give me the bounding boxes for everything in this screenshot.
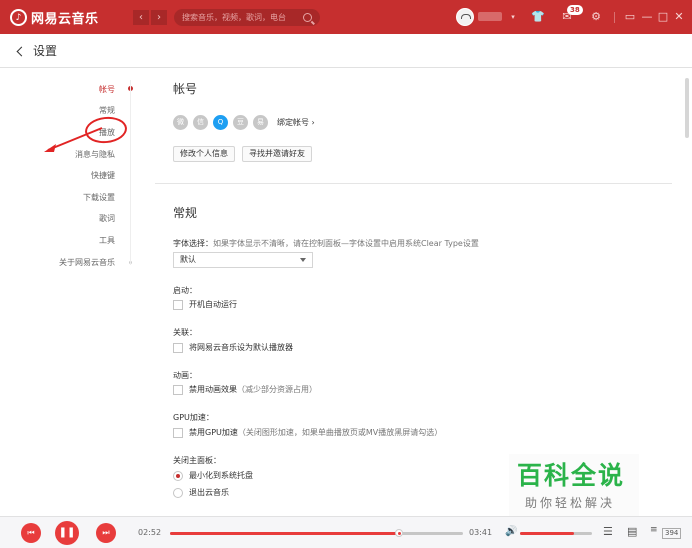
minimize-tray-radio-row[interactable]: 最小化到系统托盘 xyxy=(173,470,253,481)
exit-app-radio[interactable] xyxy=(173,487,183,498)
account-section-title: 帐号 xyxy=(173,82,198,96)
total-time: 03:41 xyxy=(469,528,493,537)
volume-icon[interactable]: 🔊 xyxy=(505,526,517,537)
username-redacted[interactable] xyxy=(478,12,502,21)
next-track-button[interactable]: ⏭ xyxy=(96,523,116,543)
bind-account-link[interactable]: 绑定帐号 › xyxy=(277,117,315,128)
animation-label: 动画： xyxy=(173,371,197,380)
play-mode-icon[interactable]: ☰ xyxy=(603,525,613,538)
startup-checkbox[interactable] xyxy=(173,299,183,310)
animation-checkbox[interactable] xyxy=(173,384,183,395)
section-divider xyxy=(155,183,672,184)
gpu-label: GPU加速： xyxy=(173,413,214,422)
exit-app-radio-row[interactable]: 退出云音乐 xyxy=(173,487,229,498)
mini-mode-icon[interactable]: ▭ xyxy=(622,9,638,25)
general-section-title: 常规 xyxy=(173,206,198,220)
page-title: 设置 xyxy=(33,44,58,58)
font-label: 字体选择： xyxy=(173,239,213,248)
forward-button[interactable]: › xyxy=(151,10,167,25)
player-bar: ⏮ ❚❚ ⏭ 02:52 03:41 🔊 ☰ ▤ ≡ 394 xyxy=(0,516,692,548)
minimize-tray-label: 最小化到系统托盘 xyxy=(189,471,253,480)
progress-bar[interactable] xyxy=(170,529,463,537)
startup-option-label: 开机自动运行 xyxy=(189,300,237,309)
clothes-icon[interactable]: 👕 xyxy=(530,9,546,25)
sidebar-item-shortcuts[interactable]: 快捷键 xyxy=(91,170,115,181)
weibo-icon[interactable]: 微 xyxy=(173,115,188,130)
watermark-subtitle: 助你轻松解决 xyxy=(525,496,616,510)
progress-fill xyxy=(170,532,399,535)
gpu-option-label: 禁用GPU加速（关闭图形加速，如果单曲播放页或MV播放黑屏请勾选） xyxy=(189,427,442,438)
watermark-title: 百科全说 xyxy=(517,461,626,490)
progress-knob[interactable] xyxy=(394,529,403,537)
lyrics-icon[interactable]: ▤ xyxy=(627,525,637,538)
bind-account-label: 绑定帐号 xyxy=(277,118,309,127)
annotation-arrow-icon xyxy=(44,127,103,152)
association-label: 关联： xyxy=(173,328,197,337)
edit-profile-button[interactable]: 修改个人信息 xyxy=(173,146,235,162)
find-friends-button[interactable]: 寻找并邀请好友 xyxy=(242,146,312,162)
sidebar-item-download[interactable]: 下载设置 xyxy=(83,192,115,203)
gear-icon[interactable]: ⚙ xyxy=(588,9,604,25)
playlist-icon[interactable]: ≡ xyxy=(650,525,658,535)
exit-app-label: 退出云音乐 xyxy=(189,488,229,497)
qq-icon[interactable]: Q xyxy=(213,115,228,130)
animation-option-text: 禁用动画效果 xyxy=(189,385,237,394)
sidebar-item-lyrics[interactable]: 歌词 xyxy=(99,213,115,224)
close-icon[interactable]: ✕ xyxy=(671,9,687,25)
association-checkbox-row[interactable]: 将网易云音乐设为默认播放器 xyxy=(173,342,293,353)
sidebar-divider xyxy=(130,80,131,265)
startup-label: 启动： xyxy=(173,286,197,295)
search-box[interactable] xyxy=(174,9,320,26)
app-name: 网易云音乐 xyxy=(31,12,99,27)
close-panel-label: 关闭主面板： xyxy=(173,456,221,465)
app-logo[interactable]: ♪ 网易云音乐 xyxy=(10,8,99,27)
chevron-left-icon[interactable] xyxy=(16,46,27,56)
animation-option-label: 禁用动画效果（减少部分资源占用） xyxy=(189,384,317,395)
font-setting-label: 字体选择：如果字体显示不清晰，请在控制面板—字体设置中启用系统Clear Typ… xyxy=(173,238,479,249)
sidebar-item-tools[interactable]: 工具 xyxy=(99,235,115,246)
minimize-tray-radio[interactable] xyxy=(173,470,183,481)
sidebar-item-about[interactable]: 关于网易云音乐 xyxy=(59,257,115,268)
sidebar-item-general[interactable]: 常规 xyxy=(99,105,115,116)
search-input[interactable] xyxy=(182,13,292,22)
settings-header: 设置 xyxy=(0,34,692,68)
titlebar-divider xyxy=(614,12,615,23)
maximize-icon[interactable]: □ xyxy=(655,9,671,25)
minimize-icon[interactable]: — xyxy=(639,9,655,25)
pause-button[interactable]: ❚❚ xyxy=(55,521,79,545)
gpu-checkbox-row[interactable]: 禁用GPU加速（关闭图形加速，如果单曲播放页或MV播放黑屏请勾选） xyxy=(173,427,442,438)
back-button[interactable]: ‹ xyxy=(133,10,149,25)
current-time: 02:52 xyxy=(138,528,162,537)
douban-icon[interactable]: 豆 xyxy=(233,115,248,130)
scrollbar-thumb[interactable] xyxy=(685,78,689,138)
gpu-option-text: 禁用GPU加速 xyxy=(189,428,238,437)
social-accounts: 微 信 Q 豆 易 绑定帐号 › xyxy=(173,115,315,130)
font-select[interactable]: 默认 xyxy=(173,252,313,268)
search-icon[interactable] xyxy=(303,13,312,22)
font-hint: 如果字体显示不清晰，请在控制面板—字体设置中启用系统Clear Type设置 xyxy=(213,239,479,248)
netease-account-icon[interactable]: 易 xyxy=(253,115,268,130)
content-scrollbar[interactable] xyxy=(684,68,690,516)
playlist-count[interactable]: 394 xyxy=(662,528,682,539)
association-option-label: 将网易云音乐设为默认播放器 xyxy=(189,343,293,352)
netease-logo-icon: ♪ xyxy=(10,9,27,26)
title-bar: ♪ 网易云音乐 ‹ › ▾ 👕 ✉ 38 ⚙ ▭ — □ ✕ xyxy=(0,0,692,34)
sidebar-item-account[interactable]: 帐号 xyxy=(99,84,115,95)
gpu-checkbox[interactable] xyxy=(173,427,183,438)
previous-track-button[interactable]: ⏮ xyxy=(21,523,41,543)
volume-fill xyxy=(520,532,574,535)
volume-slider[interactable] xyxy=(520,532,592,535)
user-dropdown-icon[interactable]: ▾ xyxy=(505,9,521,25)
message-badge: 38 xyxy=(567,5,583,15)
animation-checkbox-row[interactable]: 禁用动画效果（减少部分资源占用） xyxy=(173,384,317,395)
wechat-icon[interactable]: 信 xyxy=(193,115,208,130)
animation-hint: （减少部分资源占用） xyxy=(237,385,317,394)
watermark: 百科全说 助你轻松解决 xyxy=(509,454,639,516)
gpu-hint: （关闭图形加速，如果单曲播放页或MV播放黑屏请勾选） xyxy=(237,428,443,437)
startup-checkbox-row[interactable]: 开机自动运行 xyxy=(173,299,237,310)
avatar[interactable] xyxy=(456,8,474,26)
association-checkbox[interactable] xyxy=(173,342,183,353)
